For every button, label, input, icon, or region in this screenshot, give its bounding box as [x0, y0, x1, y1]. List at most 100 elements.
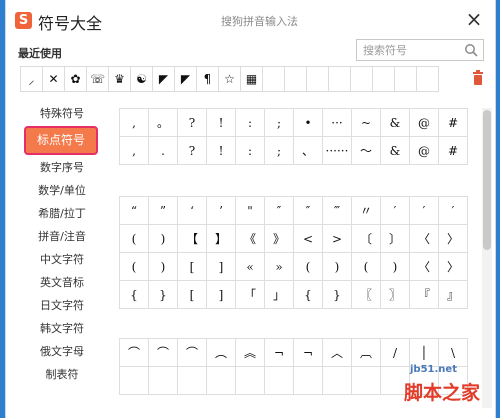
symbol-cell[interactable]: , — [119, 136, 149, 165]
sidebar-item-7[interactable]: 英文音标 — [14, 271, 110, 294]
symbol-cell[interactable]: ( — [293, 252, 323, 281]
symbol-cell[interactable]: ) — [322, 252, 352, 281]
symbol-cell[interactable] — [177, 366, 207, 395]
symbol-cell[interactable]: 【 — [177, 224, 207, 253]
symbol-cell[interactable]: ⌒ — [119, 338, 149, 367]
recent-symbol-cell[interactable]: ♛ — [108, 66, 131, 92]
symbol-cell[interactable]: 〉 — [438, 224, 468, 253]
symbol-cell[interactable]: ~ — [351, 108, 381, 137]
recent-symbol-cell[interactable] — [394, 66, 417, 92]
symbol-cell[interactable]: ～ — [351, 136, 381, 165]
search-icon[interactable] — [464, 43, 478, 57]
symbol-cell[interactable]: ⌒ — [148, 338, 178, 367]
sidebar-item-11[interactable]: 制表符 — [14, 363, 110, 386]
symbol-cell[interactable]: 】 — [206, 224, 236, 253]
symbol-cell[interactable]: ; — [264, 108, 294, 137]
symbol-cell[interactable]: : — [235, 136, 265, 165]
symbol-cell[interactable]: 〃 — [351, 196, 381, 225]
recent-symbol-cell[interactable] — [350, 66, 373, 92]
recent-symbol-cell[interactable] — [284, 66, 307, 92]
symbol-cell[interactable] — [322, 366, 352, 395]
symbol-cell[interactable]: ( — [351, 252, 381, 281]
symbol-cell[interactable]: ′ — [409, 196, 439, 225]
symbol-cell[interactable]: ” — [148, 196, 178, 225]
sidebar-item-9[interactable]: 韩文字符 — [14, 317, 110, 340]
sidebar-item-10[interactable]: 俄文字母 — [14, 340, 110, 363]
symbol-cell[interactable]: 《 — [235, 224, 265, 253]
symbol-cell[interactable]: 〖 — [351, 280, 381, 309]
sidebar-item-5[interactable]: 拼音/注音 — [14, 225, 110, 248]
symbol-cell[interactable]: 、 — [293, 136, 323, 165]
symbol-cell[interactable]: “ — [119, 196, 149, 225]
symbol-cell[interactable] — [293, 366, 323, 395]
symbol-cell[interactable]: ¬ — [293, 338, 323, 367]
recent-symbol-cell[interactable]: ☯ — [130, 66, 153, 92]
symbol-cell[interactable]: ] — [206, 252, 236, 281]
symbol-cell[interactable]: ⌒ — [177, 338, 207, 367]
recent-symbol-cell[interactable] — [328, 66, 351, 92]
symbol-cell[interactable]: │ — [409, 338, 439, 367]
symbol-cell[interactable]: [ — [177, 280, 207, 309]
symbol-cell[interactable]: ︽ — [235, 338, 265, 367]
symbol-cell[interactable]: 〔 — [351, 224, 381, 253]
recent-symbol-cell[interactable]: ☏ — [86, 66, 109, 92]
symbol-cell[interactable] — [206, 366, 236, 395]
sidebar-item-8[interactable]: 日文字符 — [14, 294, 110, 317]
symbol-cell[interactable]: [ — [177, 252, 207, 281]
recent-symbol-cell[interactable] — [416, 66, 439, 92]
symbol-cell[interactable]: ″ — [293, 196, 323, 225]
search-box[interactable] — [356, 39, 484, 61]
symbol-cell[interactable]: . — [148, 136, 178, 165]
search-input[interactable] — [363, 43, 459, 58]
symbol-cell[interactable]: » — [264, 252, 294, 281]
title-bar[interactable]: S 符号大全 搜狗拼音输入法 × — [6, 0, 495, 40]
sidebar-item-4[interactable]: 希腊/拉丁 — [14, 202, 110, 225]
recent-symbol-cell[interactable]: ◤ — [152, 66, 175, 92]
symbol-cell[interactable]: \ — [438, 338, 468, 367]
symbol-cell[interactable]: < — [293, 224, 323, 253]
recent-symbol-cell[interactable]: ☆ — [218, 66, 241, 92]
recent-symbol-cell[interactable]: ◤ — [174, 66, 197, 92]
symbol-cell[interactable]: @ — [409, 136, 439, 165]
recent-symbol-cell[interactable]: ¶ — [196, 66, 219, 92]
symbol-cell[interactable]: ( — [119, 252, 149, 281]
symbol-cell[interactable]: , — [119, 108, 149, 137]
symbol-cell[interactable]: ··· — [322, 108, 352, 137]
sidebar-item-1[interactable]: 标点符号 — [24, 126, 98, 155]
symbol-cell[interactable]: } — [322, 280, 352, 309]
symbol-cell[interactable] — [148, 366, 178, 395]
recent-symbol-cell[interactable] — [306, 66, 329, 92]
symbol-cell[interactable] — [351, 366, 381, 395]
symbol-cell[interactable]: ¬ — [264, 338, 294, 367]
symbol-cell[interactable]: ! — [206, 108, 236, 137]
recent-symbol-cell[interactable]: ✕ — [42, 66, 65, 92]
symbol-cell[interactable]: # — [438, 108, 468, 137]
symbol-cell[interactable]: 『 — [409, 280, 439, 309]
symbol-cell[interactable]: ] — [206, 280, 236, 309]
symbol-cell[interactable]: @ — [409, 108, 439, 137]
sidebar-item-3[interactable]: 数学/单位 — [14, 179, 110, 202]
symbol-cell[interactable]: ? — [177, 108, 207, 137]
symbol-cell[interactable]: ′ — [380, 196, 410, 225]
symbol-cell[interactable]: & — [380, 108, 410, 137]
symbol-cell[interactable]: 〉 — [438, 252, 468, 281]
vertical-scrollbar[interactable] — [482, 108, 492, 408]
symbol-cell[interactable]: ; — [264, 136, 294, 165]
symbol-cell[interactable]: & — [380, 136, 410, 165]
sidebar-item-2[interactable]: 数字序号 — [14, 156, 110, 179]
symbol-cell[interactable]: ) — [148, 252, 178, 281]
sidebar-item-0[interactable]: 特殊符号 — [14, 102, 110, 125]
symbol-cell[interactable]: / — [380, 338, 410, 367]
recent-symbol-cell[interactable]: ⸝ — [20, 66, 43, 92]
symbol-cell[interactable]: ︵ — [206, 338, 236, 367]
symbol-cell[interactable]: ′ — [438, 196, 468, 225]
symbol-cell[interactable]: ! — [206, 136, 236, 165]
symbol-cell[interactable]: { — [293, 280, 323, 309]
symbol-cell[interactable]: # — [438, 136, 468, 165]
close-button[interactable]: × — [461, 8, 487, 30]
recent-symbol-cell[interactable] — [372, 66, 395, 92]
symbol-cell[interactable]: : — [235, 108, 265, 137]
symbol-cell[interactable]: ︹ — [351, 338, 381, 367]
recent-symbol-cell[interactable] — [262, 66, 285, 92]
symbol-cell[interactable]: 〈 — [409, 224, 439, 253]
